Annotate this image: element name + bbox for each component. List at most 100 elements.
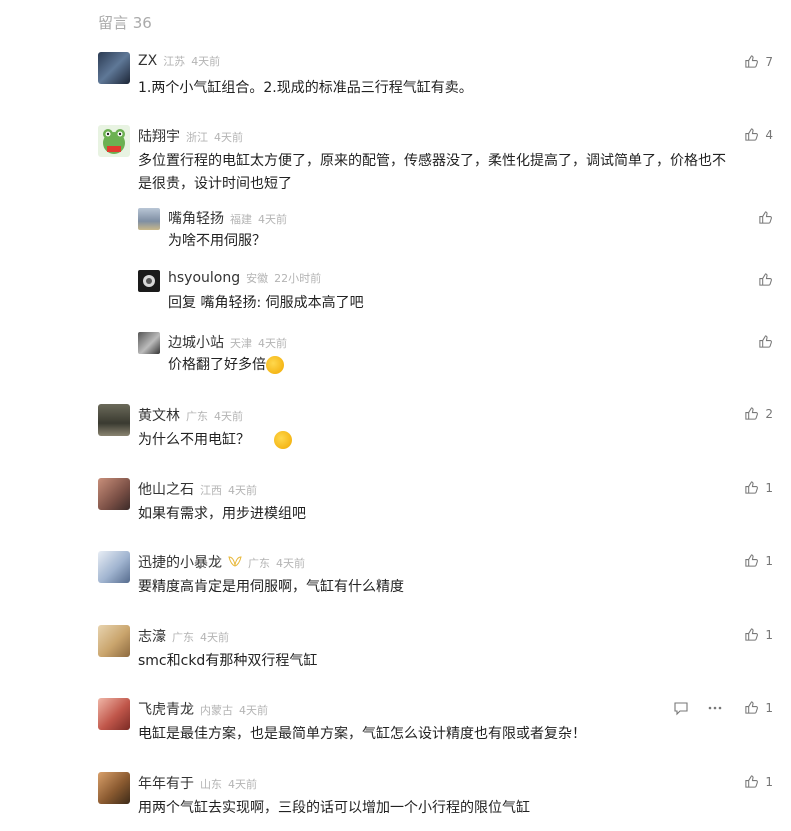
thumbs-up-icon <box>745 775 759 788</box>
like-button[interactable] <box>758 210 773 225</box>
badge-icon <box>228 552 242 567</box>
more-icon[interactable] <box>707 700 723 716</box>
avatar[interactable] <box>98 478 130 510</box>
comment: 黄文林 广东 4天前 为什么不用电缸？ 2 <box>98 404 773 454</box>
avatar[interactable] <box>98 404 130 436</box>
comment: 陆翔宇 浙江 4天前 多位置行程的电缸太方便了，原来的配管，传感器没了，柔性化提… <box>98 125 773 195</box>
commenter-region: 安徽 <box>246 272 269 285</box>
comment-text: smc和ckd有那种双行程气缸 <box>138 653 318 669</box>
comment-time: 4天前 <box>228 484 257 497</box>
comment-text: 回复 嘴角轻扬: 伺服成本高了吧 <box>168 295 364 311</box>
comment-actions <box>673 700 723 716</box>
like-button[interactable]: 1 <box>744 774 773 789</box>
comment-time: 4天前 <box>239 704 268 717</box>
comment-text: 为什么不用电缸？ <box>138 429 293 452</box>
like-count: 7 <box>765 54 773 69</box>
comment-time: 4天前 <box>258 337 287 350</box>
commenter-name[interactable]: 嘴角轻扬 <box>168 208 224 228</box>
thumbs-up-icon <box>745 55 759 68</box>
commenter-region: 江西 <box>200 484 222 497</box>
like-button[interactable]: 1 <box>744 627 773 642</box>
like-count: 1 <box>765 480 773 495</box>
comment-time: 4天前 <box>214 131 243 144</box>
grin-emoji-icon <box>274 431 293 449</box>
comment: 飞虎青龙 内蒙古 4天前 电缸是最佳方案，也是最简单方案，气缸怎么设计精度也有限… <box>98 698 773 748</box>
thumbs-up-icon <box>759 211 772 224</box>
comments-header: 留言 36 <box>98 14 152 32</box>
commenter-name[interactable]: 志濠 <box>138 626 166 646</box>
comment: 志濠 广东 4天前 smc和ckd有那种双行程气缸 1 <box>98 625 773 675</box>
commenter-name[interactable]: 年年有于 <box>138 773 194 793</box>
reply: 嘴角轻扬 福建 4天前 为啥不用伺服？ <box>138 208 773 254</box>
avatar[interactable] <box>98 625 130 657</box>
commenter-name[interactable]: 陆翔宇 <box>138 126 180 146</box>
commenter-region: 福建 <box>230 213 252 226</box>
avatar[interactable] <box>98 52 130 84</box>
comment-time: 22小时前 <box>274 272 322 285</box>
commenter-name[interactable]: 边城小站 <box>168 332 224 352</box>
avatar[interactable] <box>98 698 130 730</box>
emoji-icon <box>266 356 284 374</box>
comment-text: 价格翻了好多倍 <box>168 354 284 377</box>
avatar[interactable] <box>98 551 130 583</box>
comment-time: 4天前 <box>258 213 287 226</box>
comment-time: 4天前 <box>214 410 243 423</box>
thumbs-up-icon <box>745 481 759 494</box>
comment-text: 1.两个小气缸组合。2.现成的标准品三行程气缸有卖。 <box>138 80 473 96</box>
comment-time: 4天前 <box>276 557 305 570</box>
comment: 年年有于 山东 4天前 用两个气缸去实现啊，三段的话可以增加一个小行程的限位气缸… <box>98 772 773 822</box>
like-count: 2 <box>765 406 773 421</box>
avatar[interactable] <box>98 125 130 157</box>
thumbs-up-icon <box>745 701 759 714</box>
comment-icon[interactable] <box>673 700 689 716</box>
commenter-region: 内蒙古 <box>200 704 233 717</box>
avatar[interactable] <box>98 772 130 804</box>
comment-time: 4天前 <box>200 631 229 644</box>
comment: ZX 江苏 4天前 1.两个小气缸组合。2.现成的标准品三行程气缸有卖。 7 <box>98 52 773 102</box>
commenter-region: 广东 <box>186 410 208 423</box>
frog-avatar-icon <box>103 129 125 154</box>
like-button[interactable]: 2 <box>744 406 773 421</box>
avatar[interactable] <box>138 208 160 230</box>
like-button[interactable]: 1 <box>744 700 773 715</box>
commenter-region: 天津 <box>230 337 252 350</box>
reply: hsyoulong 安徽 22小时前 回复 嘴角轻扬: 伺服成本高了吧 <box>138 270 773 316</box>
commenter-name[interactable]: hsyoulong <box>168 270 240 286</box>
like-button[interactable] <box>758 334 773 349</box>
commenter-region: 江苏 <box>163 55 186 68</box>
like-button[interactable]: 4 <box>744 127 773 142</box>
avatar[interactable] <box>138 332 160 354</box>
thumbs-up-icon <box>745 407 759 420</box>
like-button[interactable]: 1 <box>744 480 773 495</box>
comment-time: 4天前 <box>191 55 221 68</box>
like-button[interactable]: 7 <box>744 54 773 69</box>
thumbs-up-icon <box>745 628 759 641</box>
avatar[interactable] <box>138 270 160 292</box>
comment-time: 4天前 <box>228 778 257 791</box>
comment-text: 为啥不用伺服？ <box>168 233 266 249</box>
comment-text: 电缸是最佳方案，也是最简单方案，气缸怎么设计精度也有限或者复杂！ <box>138 726 586 742</box>
reply: 边城小站 天津 4天前 价格翻了好多倍 <box>138 332 773 378</box>
commenter-name[interactable]: 他山之石 <box>138 479 194 499</box>
commenter-name[interactable]: 飞虎青龙 <box>138 699 194 719</box>
commenter-region: 山东 <box>200 778 222 791</box>
commenter-region: 广东 <box>172 631 194 644</box>
commenter-name[interactable]: 黄文林 <box>138 405 180 425</box>
like-count: 1 <box>765 774 773 789</box>
commenter-name[interactable]: ZX <box>138 53 157 69</box>
comment: 迅捷的小暴龙 广东 4天前 要精度高肯定是用伺服啊，气缸有什么精度 1 <box>98 551 773 601</box>
like-count: 1 <box>765 553 773 568</box>
thumbs-up-icon <box>759 273 772 286</box>
thumbs-up-icon <box>745 554 759 567</box>
comment-text: 多位置行程的电缸太方便了，原来的配管，传感器没了，柔性化提高了，调试简单了，价格… <box>138 153 726 192</box>
commenter-region: 浙江 <box>186 131 208 144</box>
commenter-name[interactable]: 迅捷的小暴龙 <box>138 552 222 572</box>
like-count: 1 <box>765 700 773 715</box>
like-count: 4 <box>765 127 773 142</box>
like-count: 1 <box>765 627 773 642</box>
like-button[interactable] <box>758 272 773 287</box>
comment-text: 用两个气缸去实现啊，三段的话可以增加一个小行程的限位气缸 <box>138 800 530 816</box>
like-button[interactable]: 1 <box>744 553 773 568</box>
comment-text: 如果有需求，用步进模组吧 <box>138 506 306 522</box>
thumbs-up-icon <box>759 335 772 348</box>
